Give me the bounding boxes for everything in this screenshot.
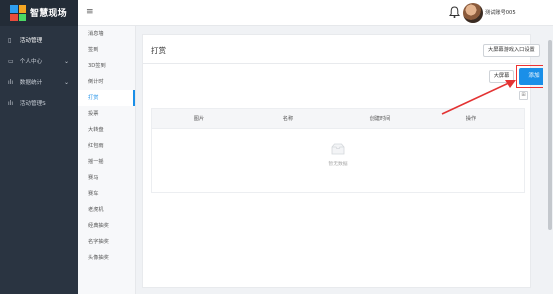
app-title: 智慧现场 [30,9,67,19]
sidebar-item-activity-management-s[interactable]: ılı 活动管理S [0,93,78,114]
chart-icon: ılı [8,79,14,86]
page-title: 打赏 [151,46,166,55]
submenu-item-reward[interactable]: 打赏 [78,90,135,106]
reward-panel: 打赏 大屏幕游戏入口设置 大屏幕 添加 ⊞ 图片 名称 创建时间 操作 暂无数据 [142,34,552,288]
menu-toggle-icon[interactable]: ≡ [86,8,94,17]
activity-submenu: 消息墙 签到 3D签到 倒计时 打赏 投票 大转盘 红包雨 摇一摇 赛马 赛车 … [78,26,136,294]
column-toggle-icon[interactable]: ⊞ [519,91,528,100]
submenu-item-countdown[interactable]: 倒计时 [78,74,135,90]
column-header-created-time: 创建时间 [369,116,391,122]
big-screen-entry-setting-button[interactable]: 大屏幕游戏入口设置 [483,44,540,57]
submenu-item-car-race[interactable]: 赛车 [78,186,135,202]
chevron-down-icon: ⌄ [63,79,69,86]
submenu-item-red-packet-rain[interactable]: 红包雨 [78,138,135,154]
sidebar-item-label: 活动管理 [19,38,43,44]
column-header-name: 名称 [282,116,294,122]
submenu-item-horse-race[interactable]: 赛马 [78,170,135,186]
sidebar-menu: ▯ 活动管理 ▭ 个人中心 ⌄ ılı 数据统计 ⌄ ılı 活动管理S [0,30,78,114]
submenu-item-avatar-lottery[interactable]: 头像抽奖 [78,250,135,266]
submenu-item-message-wall[interactable]: 消息墙 [78,26,135,42]
page-scrollbar-thumb[interactable] [548,40,552,230]
chevron-down-icon: ⌄ [63,58,69,65]
submenu-item-sign-in[interactable]: 签到 [78,42,135,58]
bell-icon[interactable] [449,6,460,19]
sidebar-item-label: 数据统计 [19,80,43,86]
sidebar-item-personal-center[interactable]: ▭ 个人中心 ⌄ [0,51,78,72]
user-name[interactable]: 测试账号005 [485,9,516,16]
empty-box-icon [331,143,345,155]
sidebar-header: 智慧现场 [0,0,78,26]
clipboard-icon: ▯ [8,37,12,44]
column-header-image: 图片 [193,116,205,122]
sidebar-item-label: 个人中心 [19,59,43,65]
column-header-actions: 操作 [465,116,477,122]
top-header: ≡ 测试账号005 [78,0,553,26]
avatar[interactable] [463,3,483,23]
submenu-item-slot-machine[interactable]: 老虎机 [78,202,135,218]
big-screen-button[interactable]: 大屏幕 [489,70,514,83]
sidebar-item-statistics[interactable]: ılı 数据统计 ⌄ [0,72,78,93]
submenu-item-vote[interactable]: 投票 [78,106,135,122]
submenu-item-name-lottery[interactable]: 名字抽奖 [78,234,135,250]
sidebar-item-activity-management[interactable]: ▯ 活动管理 [0,30,78,51]
submenu-item-shake[interactable]: 摇一摇 [78,154,135,170]
title-divider [143,63,530,64]
main-sidebar: 智慧现场 ▯ 活动管理 ▭ 个人中心 ⌄ ılı 数据统计 ⌄ ılı 活动管理… [0,0,78,294]
user-card-icon: ▭ [8,58,14,65]
submenu-item-wheel[interactable]: 大转盘 [78,122,135,138]
app-logo-icon [10,5,26,21]
empty-state-text: 暂无数据 [328,162,348,167]
table-header: 图片 名称 创建时间 操作 [152,109,524,129]
submenu-item-3d-sign-in[interactable]: 3D签到 [78,58,135,74]
reward-table: 图片 名称 创建时间 操作 暂无数据 [151,108,525,193]
submenu-item-classic-lottery[interactable]: 经典抽奖 [78,218,135,234]
sidebar-item-label: 活动管理S [19,101,46,107]
activity-icon: ılı [8,100,14,107]
